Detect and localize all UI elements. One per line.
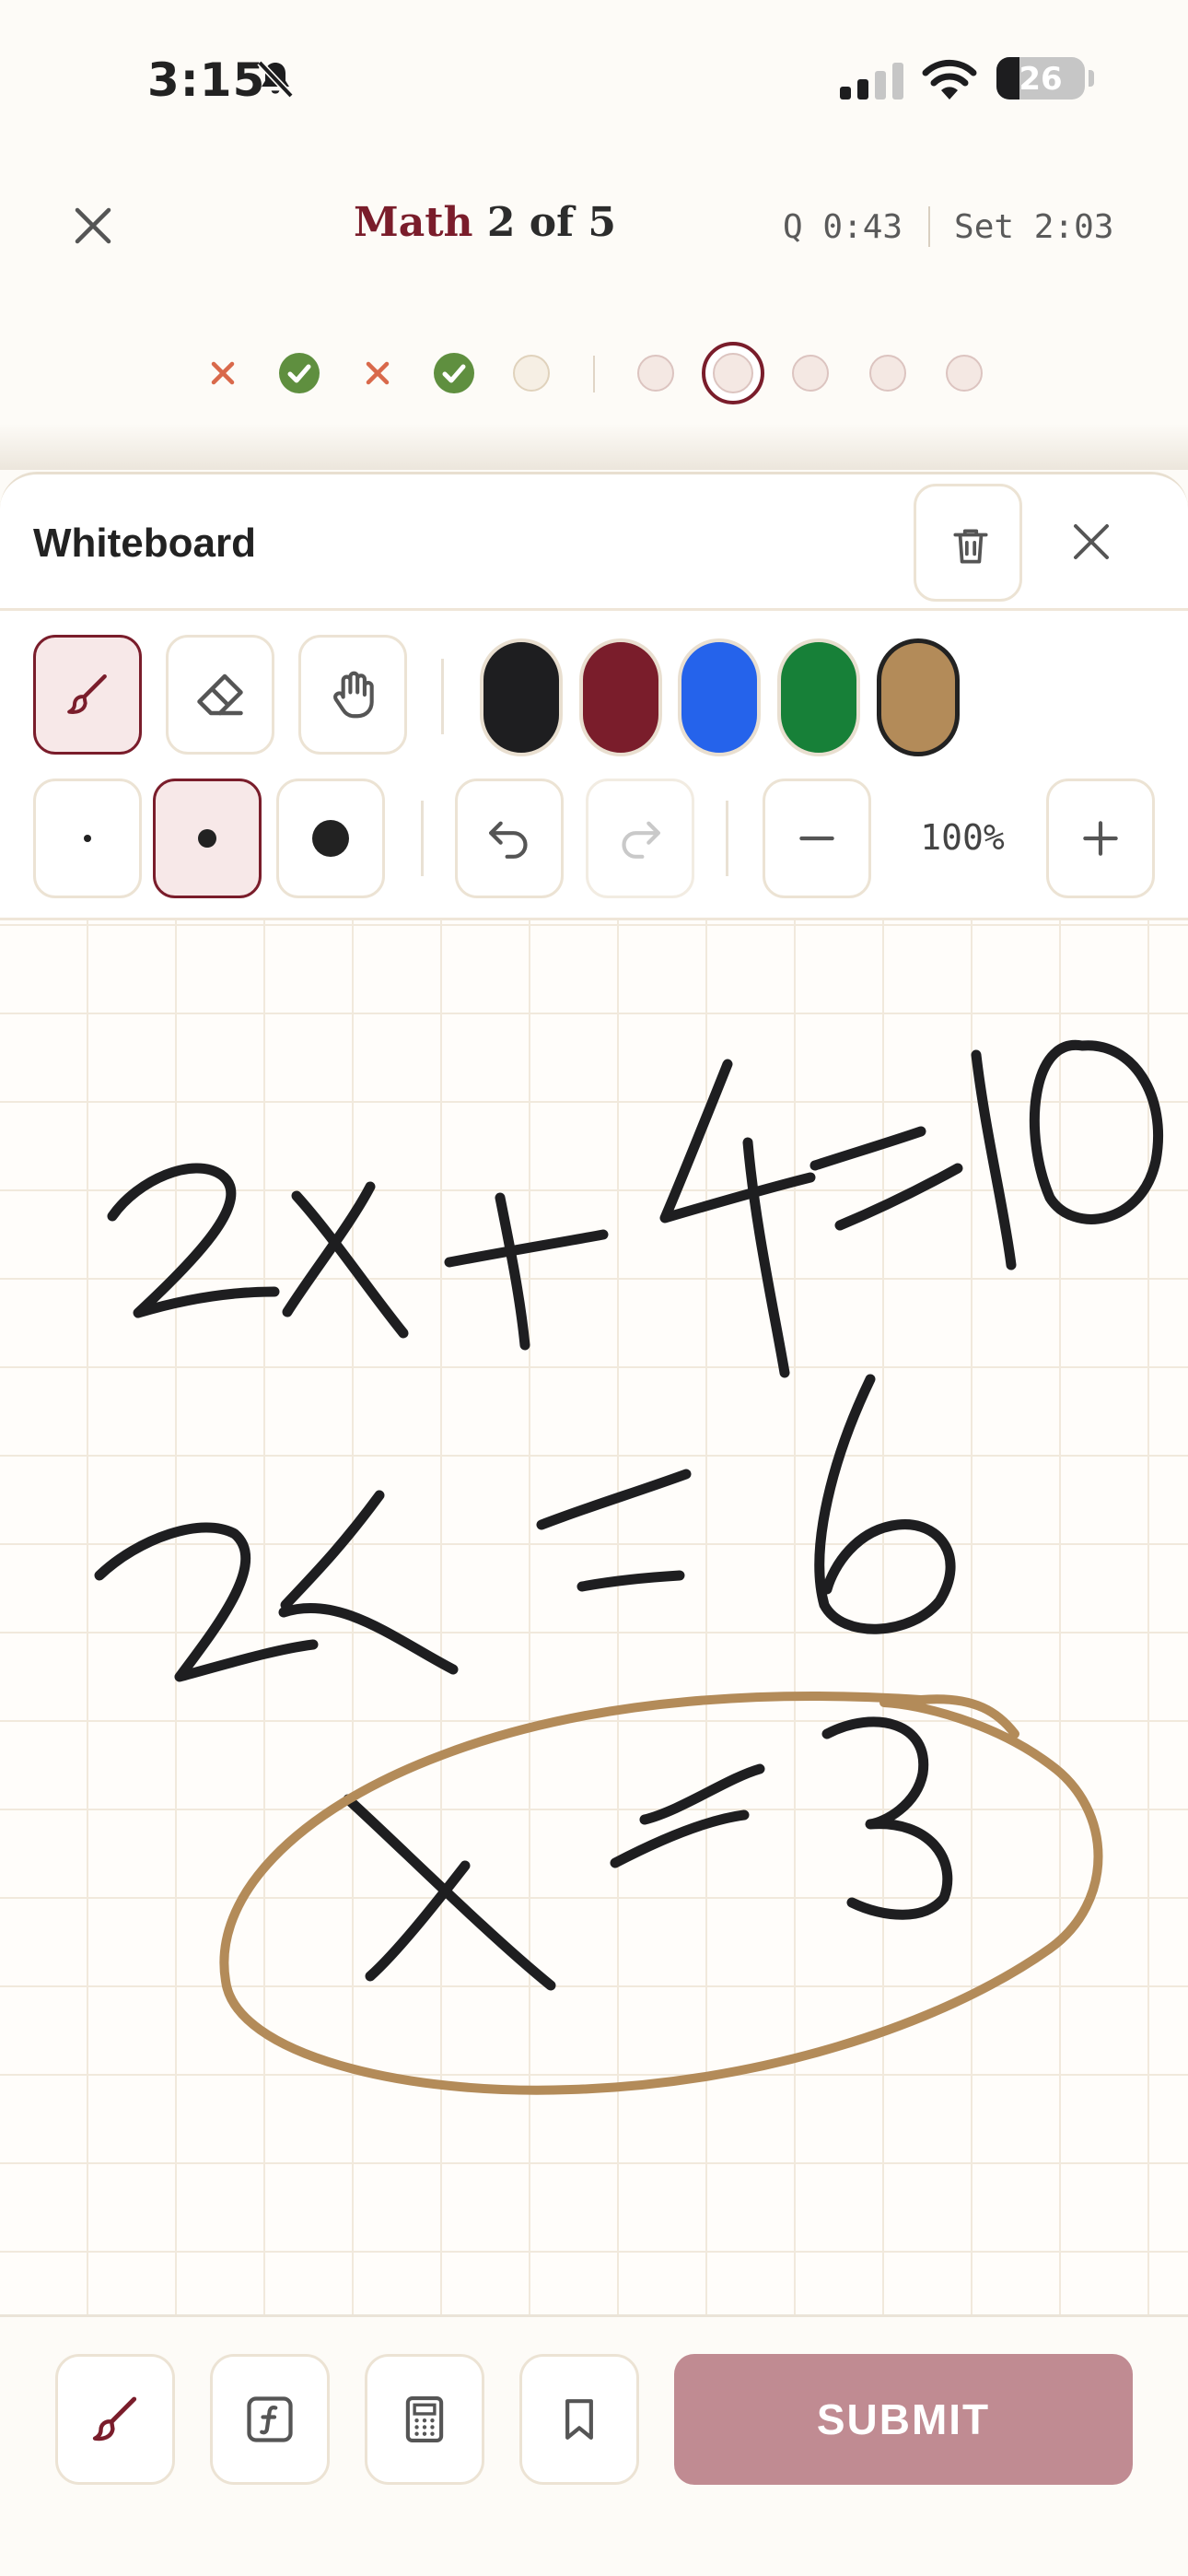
bookmark-button[interactable] xyxy=(519,2354,639,2485)
redo-icon xyxy=(622,821,660,859)
question-timer: Q 0:43 xyxy=(783,207,903,246)
close-icon[interactable] xyxy=(64,197,122,254)
ink-stroke xyxy=(1029,1039,1164,1224)
ink-stroke xyxy=(809,1126,926,1171)
cellular-signal-icon xyxy=(840,63,903,100)
pen-tool-button[interactable] xyxy=(33,635,142,755)
question-dot[interactable] xyxy=(946,355,983,392)
zoom-in-button[interactable] xyxy=(1046,779,1155,898)
formula-icon xyxy=(247,2396,293,2442)
ink-stroke xyxy=(280,1490,385,1610)
close-whiteboard-icon[interactable] xyxy=(1068,519,1114,565)
answer-circle-stroke xyxy=(219,1692,1103,2095)
ink-stroke xyxy=(444,1229,609,1268)
ink-stroke xyxy=(94,1522,319,1682)
pan-tool-button[interactable] xyxy=(298,635,407,755)
quiz-header: Math 2 of 5 Q 0:43 Set 2:03 xyxy=(0,175,1188,276)
toolbar-separator xyxy=(441,659,444,734)
ink-stroke xyxy=(278,1603,459,1675)
wifi-icon xyxy=(922,59,977,100)
ink-stroke xyxy=(742,1137,790,1378)
question-dot[interactable] xyxy=(513,355,550,392)
bell-muted-icon xyxy=(257,60,294,99)
pen-icon xyxy=(92,2396,137,2441)
question-dot[interactable] xyxy=(637,355,674,392)
wrong-answer-icon[interactable] xyxy=(204,355,241,392)
plus-icon xyxy=(1083,821,1118,856)
ink-stroke xyxy=(610,1809,750,1868)
current-question-dot[interactable] xyxy=(702,342,764,404)
undo-button[interactable] xyxy=(455,779,564,898)
ink-stroke xyxy=(536,1469,692,1530)
ink-stroke xyxy=(365,1860,471,1982)
ink-stroke xyxy=(659,1059,816,1224)
hand-icon xyxy=(333,671,374,719)
color-swatch-tan[interactable] xyxy=(877,638,960,756)
formula-sheet-button[interactable] xyxy=(210,2354,330,2485)
set-timer: Set 2:03 xyxy=(954,207,1114,246)
handwriting-drawing xyxy=(94,1039,1164,2095)
eraser-icon xyxy=(197,673,243,716)
large-dot-icon xyxy=(312,820,349,857)
whiteboard-canvas[interactable] xyxy=(0,920,1188,2316)
color-swatch-green[interactable] xyxy=(777,638,860,756)
pen-icon xyxy=(67,673,107,714)
toolbar-separator xyxy=(726,801,728,876)
undo-icon xyxy=(489,821,528,859)
timer-divider xyxy=(928,206,931,247)
status-bar: 3:15 26 xyxy=(0,0,1188,157)
clear-whiteboard-button[interactable] xyxy=(914,484,1022,602)
page-title: Math 2 of 5 xyxy=(354,199,616,246)
whiteboard-title: Whiteboard xyxy=(33,521,256,566)
ink-stroke xyxy=(577,1570,685,1592)
panel-divider xyxy=(0,608,1188,611)
correct-answer-icon[interactable] xyxy=(434,353,474,393)
ink-stroke xyxy=(107,1163,280,1318)
minus-icon xyxy=(799,836,834,841)
ink-stroke xyxy=(834,1163,963,1231)
whiteboard-toggle-button[interactable] xyxy=(55,2354,175,2485)
question-progress-dots xyxy=(0,342,1188,404)
ink-stroke xyxy=(971,1049,1017,1270)
color-swatch-blue[interactable] xyxy=(678,638,761,756)
battery-indicator: 26 xyxy=(996,57,1085,100)
bottom-toolbar: SUBMIT xyxy=(0,2314,1188,2576)
zoom-level: 100% xyxy=(920,817,1005,858)
stroke-size-small-button[interactable] xyxy=(33,779,142,898)
bookmark-icon xyxy=(565,2399,593,2440)
ink-stroke xyxy=(814,1374,956,1634)
color-swatch-maroon[interactable] xyxy=(579,638,662,756)
medium-dot-icon xyxy=(198,829,216,848)
color-swatch-black[interactable] xyxy=(480,638,563,756)
small-dot-icon xyxy=(84,835,91,842)
toolbar-separator xyxy=(421,801,424,876)
panel-shadow xyxy=(0,424,1188,470)
eraser-tool-button[interactable] xyxy=(166,635,274,755)
question-dot[interactable] xyxy=(792,355,829,392)
ink-stroke xyxy=(495,1192,530,1351)
question-dot[interactable] xyxy=(869,355,906,392)
battery-percent: 26 xyxy=(1019,61,1063,98)
trash-icon xyxy=(953,529,988,564)
redo-button[interactable] xyxy=(586,779,694,898)
wrong-answer-icon[interactable] xyxy=(359,355,396,392)
stroke-size-large-button[interactable] xyxy=(276,779,385,898)
timers: Q 0:43 Set 2:03 xyxy=(783,206,1113,247)
question-progress: 2 of 5 xyxy=(486,199,617,246)
calculator-button[interactable] xyxy=(365,2354,484,2485)
calculator-icon xyxy=(405,2395,444,2443)
status-time: 3:15 xyxy=(147,53,266,107)
ink-stroke xyxy=(821,1716,953,1920)
stroke-size-medium-button[interactable] xyxy=(153,779,262,898)
dots-separator xyxy=(593,356,595,392)
zoom-out-button[interactable] xyxy=(763,779,871,898)
correct-answer-icon[interactable] xyxy=(279,353,320,393)
battery-tip xyxy=(1089,70,1094,87)
subject-label: Math xyxy=(354,199,473,246)
submit-button[interactable]: SUBMIT xyxy=(674,2354,1133,2485)
